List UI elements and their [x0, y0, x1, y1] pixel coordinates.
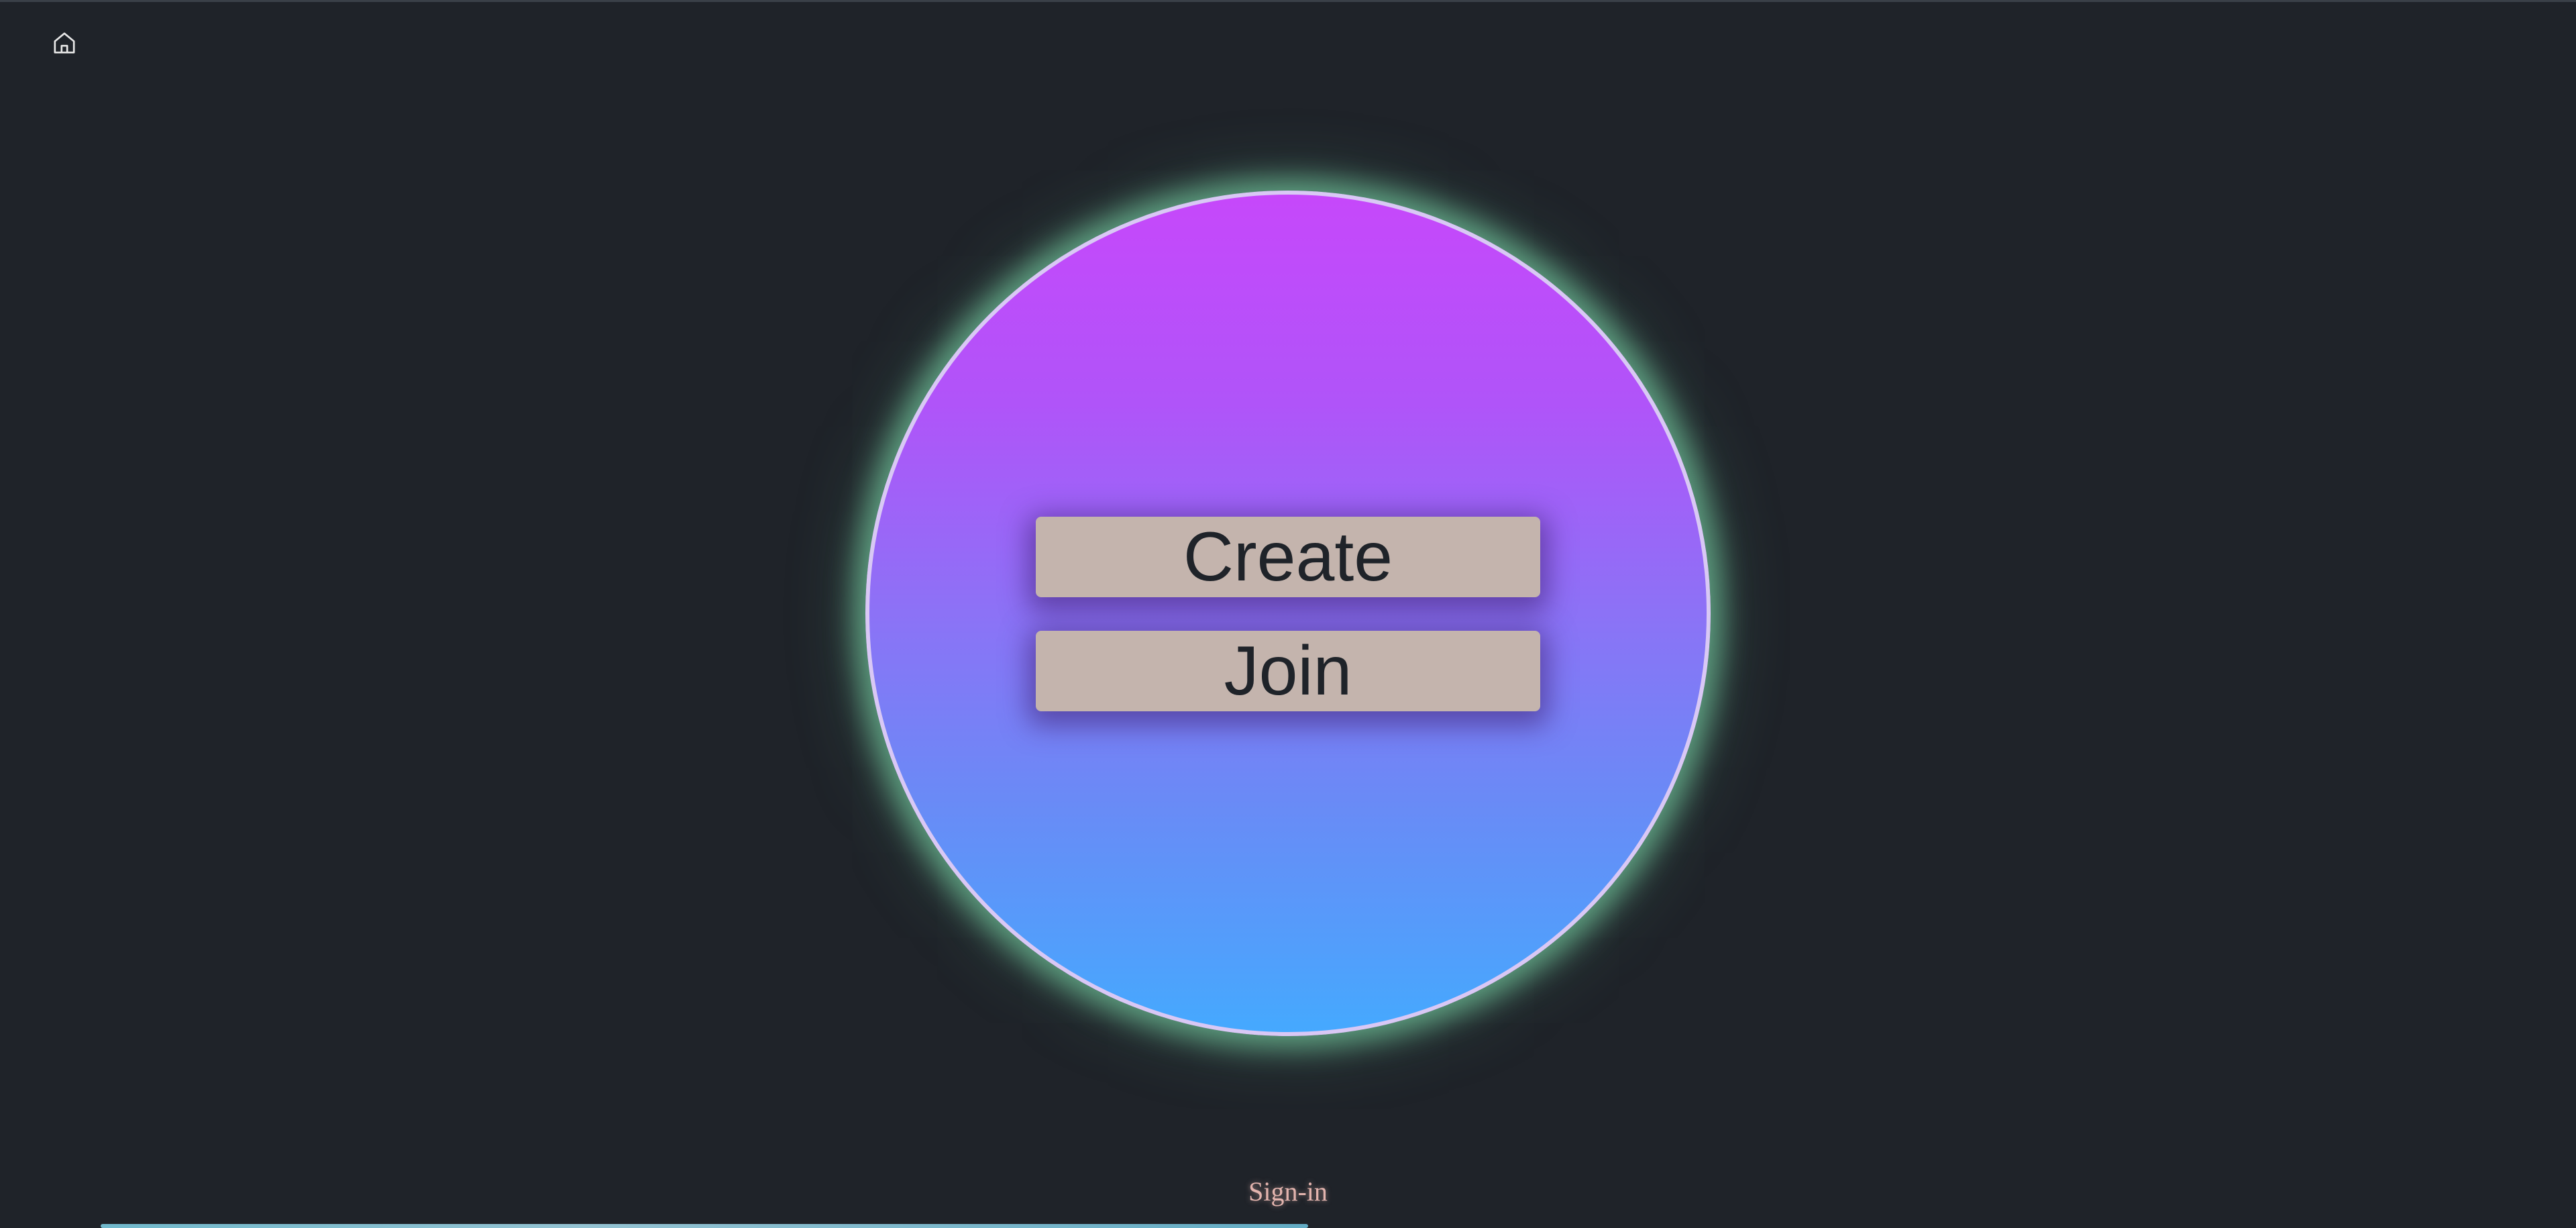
signin-link[interactable]: Sign-in — [0, 1176, 2576, 1207]
top-border — [0, 0, 2576, 2]
home-icon — [51, 30, 78, 60]
menu-orb — [865, 191, 1711, 1036]
home-button[interactable] — [50, 30, 79, 59]
page: Create Join Sign-in — [0, 0, 2576, 1228]
create-button[interactable]: Create — [1036, 517, 1540, 597]
bottom-edge-strip — [101, 1224, 1308, 1228]
join-button[interactable]: Join — [1036, 631, 1540, 711]
